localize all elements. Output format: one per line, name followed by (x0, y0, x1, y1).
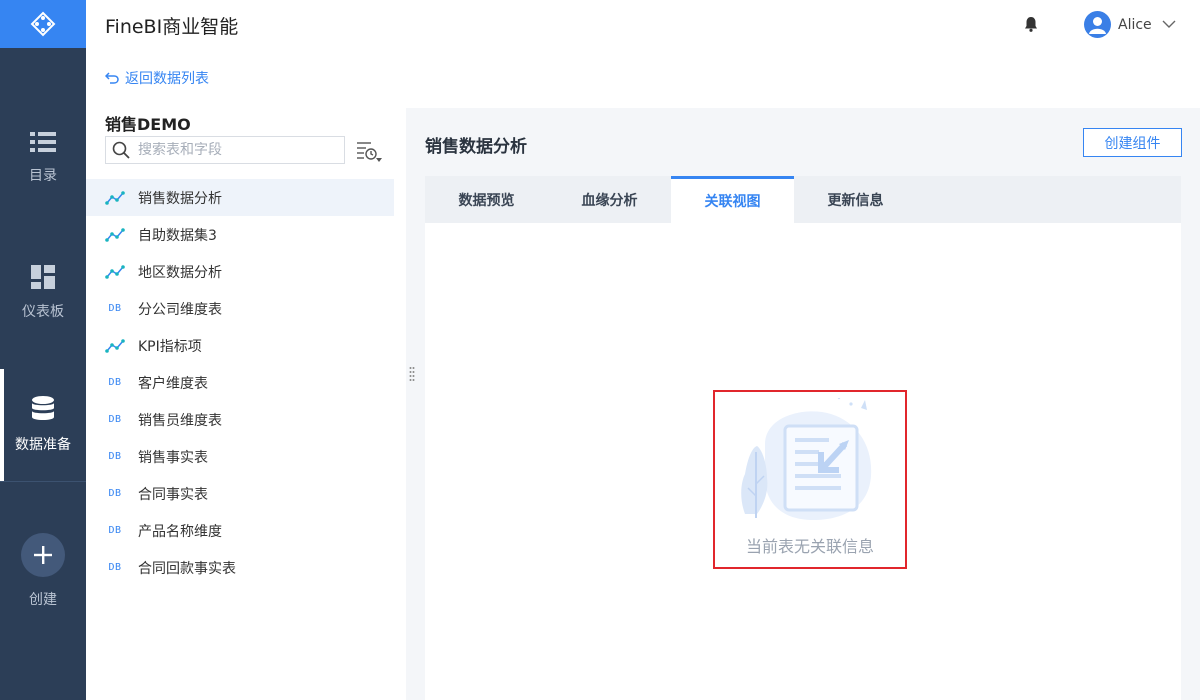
table-item-region-analysis[interactable]: 地区数据分析 (86, 253, 394, 290)
table-item-contract-payment-fact[interactable]: DB 合同回款事实表 (86, 549, 394, 586)
nav-label: 数据准备 (15, 437, 71, 453)
empty-state-message: 当前表无关联信息 (745, 537, 874, 556)
top-header: FineBI商业智能 Alice (86, 0, 1200, 48)
tab-bar: 数据预览 血缘分析 关联视图 更新信息 (425, 176, 1181, 223)
table-item-sales-analysis[interactable]: 销售数据分析 (86, 179, 394, 216)
tab-lineage-analysis[interactable]: 血缘分析 (548, 176, 671, 223)
active-indicator (0, 369, 4, 481)
return-arrow-icon (105, 72, 119, 84)
create-component-button[interactable]: 创建组件 (1083, 128, 1182, 157)
db-table-icon: DB (108, 414, 122, 425)
table-name: 地区数据分析 (138, 264, 222, 281)
table-name: 自助数据集3 (138, 227, 217, 244)
create-circle[interactable] (21, 533, 65, 577)
bell-icon (1025, 17, 1037, 32)
table-item-customer-dimension[interactable]: DB 客户维度表 (86, 364, 394, 401)
user-menu[interactable]: Alice (1084, 11, 1176, 38)
self-service-dataset-icon (105, 264, 125, 279)
finebi-logo-icon (30, 11, 56, 37)
table-name: 销售事实表 (138, 449, 208, 466)
search-icon (112, 141, 130, 159)
nav-item-data-prep[interactable]: 数据准备 (0, 369, 86, 481)
main-top-band (406, 48, 1200, 108)
tab-update-info[interactable]: 更新信息 (794, 176, 917, 223)
db-table-icon: DB (108, 562, 122, 573)
nav-item-create[interactable]: 创建 (0, 516, 86, 626)
table-item-kpi[interactable]: KPI指标项 (86, 327, 394, 364)
table-name: 合同事实表 (138, 486, 208, 503)
left-nav: 目录 仪表板 数据准备 创建 (0, 0, 86, 700)
db-table-icon: DB (108, 525, 122, 536)
back-link-label: 返回数据列表 (125, 71, 209, 87)
db-table-icon: DB (108, 451, 122, 462)
table-item-self-dataset-3[interactable]: 自助数据集3 (86, 216, 394, 253)
table-name: 销售数据分析 (138, 190, 222, 207)
panel-resize-handle[interactable] (409, 366, 415, 386)
sort-button[interactable] (356, 140, 382, 168)
self-service-dataset-icon (105, 190, 125, 205)
username: Alice (1118, 16, 1152, 33)
self-service-dataset-icon (105, 227, 125, 242)
table-list: 销售数据分析 自助数据集3 地区数据分析 DB 分公司维度表 KPI指标项 DB (86, 179, 394, 586)
sort-filter-icon (357, 142, 382, 162)
notification-button[interactable] (1024, 16, 1038, 36)
app-title: FineBI商业智能 (105, 16, 239, 38)
back-to-data-list-link[interactable]: 返回数据列表 (105, 68, 209, 88)
table-item-sales-fact[interactable]: DB 销售事实表 (86, 438, 394, 475)
tab-relation-view[interactable]: 关联视图 (671, 176, 794, 223)
list-icon (30, 132, 56, 152)
nav-label: 创建 (29, 592, 57, 608)
chevron-down-icon (1162, 20, 1176, 28)
user-icon (1089, 17, 1106, 34)
nav-divider (0, 481, 86, 482)
database-icon (32, 396, 54, 420)
table-item-branch-dimension[interactable]: DB 分公司维度表 (86, 290, 394, 327)
empty-state-highlight: 当前表无关联信息 (713, 390, 907, 569)
self-service-dataset-icon (105, 338, 125, 353)
table-name: 产品名称维度 (138, 523, 222, 540)
search-box[interactable] (105, 136, 345, 164)
page-title: 销售数据分析 (425, 137, 527, 157)
empty-document-illustration-icon (741, 398, 872, 520)
tab-data-preview[interactable]: 数据预览 (425, 176, 548, 223)
logo[interactable] (0, 0, 86, 48)
table-name: 客户维度表 (138, 375, 208, 392)
dashboard-icon (31, 265, 55, 289)
db-table-icon: DB (108, 377, 122, 388)
table-name: 合同回款事实表 (138, 560, 236, 577)
table-item-product-name-dimension[interactable]: DB 产品名称维度 (86, 512, 394, 549)
search-input[interactable] (138, 142, 338, 158)
db-table-icon: DB (108, 303, 122, 314)
drag-handle-icon (409, 367, 415, 381)
table-name: 分公司维度表 (138, 301, 222, 318)
nav-item-catalog[interactable]: 目录 (0, 103, 86, 213)
table-item-contract-fact[interactable]: DB 合同事实表 (86, 475, 394, 512)
avatar (1084, 11, 1111, 38)
group-title: 销售DEMO (105, 115, 191, 134)
plus-icon (34, 546, 52, 564)
nav-label: 目录 (29, 168, 57, 184)
table-name: KPI指标项 (138, 338, 202, 355)
nav-item-dashboard[interactable]: 仪表板 (0, 238, 86, 348)
db-table-icon: DB (108, 488, 122, 499)
table-item-salesperson-dimension[interactable]: DB 销售员维度表 (86, 401, 394, 438)
nav-label: 仪表板 (22, 304, 64, 320)
dataset-sidebar: 返回数据列表 销售DEMO 销售数据分析 自助数据 (86, 48, 406, 700)
table-name: 销售员维度表 (138, 412, 222, 429)
